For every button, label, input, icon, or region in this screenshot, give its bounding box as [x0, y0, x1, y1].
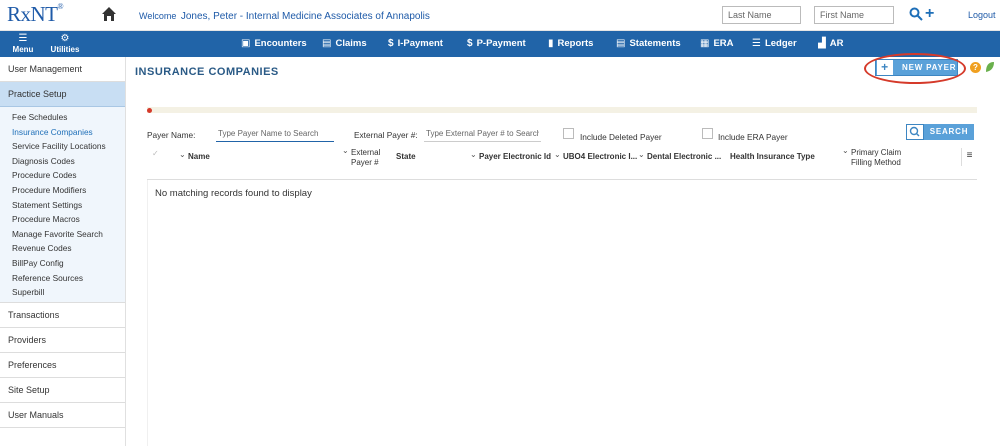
external-payer-input[interactable]	[424, 125, 541, 142]
include-era-label: Include ERA Payer	[718, 132, 788, 142]
sidebar: User Management Practice Setup Fee Sched…	[0, 57, 126, 446]
camera-icon: ▣	[241, 38, 251, 49]
progress-indicator	[147, 108, 152, 113]
first-name-input[interactable]	[814, 6, 894, 24]
nav-i-payment[interactable]: $ I-Payment	[388, 38, 443, 49]
nav-claims[interactable]: ▤ Claims	[322, 38, 367, 49]
home-icon[interactable]	[101, 6, 117, 22]
chevron-down-icon: ⌄	[179, 150, 186, 159]
sidebar-item-superbill[interactable]: Superbill	[0, 285, 125, 300]
column-primary-claim-filling-method[interactable]: ⌄ Primary Claim Filling Method	[842, 146, 915, 168]
nav-ar[interactable]: ▟ AR	[818, 38, 843, 49]
sidebar-item-service-facility-locations[interactable]: Service Facility Locations	[0, 139, 125, 154]
practice-setup-submenu: Fee Schedules Insurance Companies Servic…	[0, 107, 125, 303]
hamburger-icon: ☰	[18, 33, 28, 44]
sidebar-item-fee-schedules[interactable]: Fee Schedules	[0, 110, 125, 125]
highlight-oval	[864, 53, 966, 84]
search-icon[interactable]	[909, 7, 923, 21]
empty-message: No matching records found to display	[155, 188, 312, 199]
main-nav: ☰ Menu ⚙ Utilities ▣ Encounters ▤ Claims $…	[0, 31, 1000, 57]
sidebar-practice-setup[interactable]: Practice Setup	[0, 82, 125, 107]
rxnt-logo[interactable]: RxNT®	[7, 2, 64, 27]
external-payer-label: External Payer #:	[354, 130, 418, 140]
progress-bar	[147, 107, 977, 113]
sidebar-user-management[interactable]: User Management	[0, 57, 125, 82]
column-dental-electronic[interactable]: ⌄ Dental Electronic ...	[638, 150, 723, 162]
gear-icon: ⚙	[60, 33, 70, 44]
column-name[interactable]: ⌄ Name	[179, 150, 328, 162]
ledger-icon: ☰	[752, 38, 761, 49]
utilities-button[interactable]: ⚙ Utilities	[45, 31, 85, 57]
include-deleted-checkbox[interactable]	[563, 128, 574, 139]
page-title: INSURANCE COMPANIES	[135, 66, 279, 78]
chevron-down-icon: ⌄	[842, 146, 849, 155]
sidebar-site-setup[interactable]: Site Setup	[0, 378, 125, 403]
top-bar: RxNT® Welcome Jones, Peter - Internal Me…	[0, 0, 1000, 31]
menu-button[interactable]: ☰ Menu	[3, 31, 43, 57]
include-deleted-label: Include Deleted Payer	[580, 132, 662, 142]
nav-statements[interactable]: ▤ Statements	[616, 38, 681, 49]
sidebar-item-billpay-config[interactable]: BillPay Config	[0, 256, 125, 271]
sidebar-transactions[interactable]: Transactions	[0, 303, 125, 328]
column-external-payer[interactable]: ⌄ External Payer #	[342, 146, 391, 168]
sidebar-item-procedure-codes[interactable]: Procedure Codes	[0, 168, 125, 183]
chevron-down-icon: ⌄	[638, 150, 645, 159]
dollar-icon: $	[467, 38, 473, 49]
main-content: INSURANCE COMPANIES + NEW PAYER ? Payer …	[126, 53, 1000, 446]
bar-chart-icon: ▟	[818, 38, 826, 49]
column-health-insurance-type[interactable]: Health Insurance Type	[730, 152, 830, 162]
chevron-down-icon: ⌄	[470, 150, 477, 159]
table-body: No matching records found to display	[147, 180, 977, 446]
select-all-check-icon[interactable]: ✓	[152, 149, 159, 159]
chevron-down-icon: ⌄	[342, 146, 349, 155]
add-patient-icon[interactable]: +	[925, 5, 934, 23]
nav-p-payment[interactable]: $ P-Payment	[467, 38, 526, 49]
sidebar-item-manage-favorite-search[interactable]: Manage Favorite Search	[0, 227, 125, 242]
sidebar-item-statement-settings[interactable]: Statement Settings	[0, 198, 125, 213]
sidebar-item-procedure-modifiers[interactable]: Procedure Modifiers	[0, 183, 125, 198]
include-era-checkbox[interactable]	[702, 128, 713, 139]
document-icon: ▮	[548, 38, 554, 49]
sidebar-item-revenue-codes[interactable]: Revenue Codes	[0, 241, 125, 256]
last-name-input[interactable]	[722, 6, 801, 24]
table-header: ✓ ⌄ Name ⌄ External Payer # State ⌄ Payer E…	[147, 146, 977, 180]
list-icon: ▤	[322, 38, 332, 49]
payer-name-input[interactable]	[216, 125, 334, 142]
search-button[interactable]: SEARCH	[906, 124, 974, 140]
nav-era[interactable]: ▦ ERA	[700, 38, 734, 49]
payer-name-label: Payer Name:	[147, 130, 196, 140]
sidebar-providers[interactable]: Providers	[0, 328, 125, 353]
column-ubo4-electronic[interactable]: ⌄ UBO4 Electronic I...	[554, 150, 639, 162]
search-icon	[906, 124, 924, 140]
chevron-down-icon: ⌄	[554, 150, 561, 159]
column-state[interactable]: State	[396, 152, 466, 162]
help-icon[interactable]: ?	[970, 62, 981, 73]
dollar-icon: $	[388, 38, 394, 49]
welcome-text: Welcome Jones, Peter - Internal Medicine…	[139, 11, 430, 22]
nav-reports[interactable]: ▮ Reports	[548, 38, 593, 49]
sidebar-preferences[interactable]: Preferences	[0, 353, 125, 378]
welcome-user: Jones, Peter - Internal Medicine Associa…	[180, 11, 430, 22]
statement-icon: ▤	[616, 38, 626, 49]
calendar-icon: ▦	[700, 38, 710, 49]
sidebar-item-procedure-macros[interactable]: Procedure Macros	[0, 212, 125, 227]
column-payer-electronic-id[interactable]: ⌄ Payer Electronic Id	[470, 150, 555, 162]
sidebar-item-reference-sources[interactable]: Reference Sources	[0, 271, 125, 286]
logout-link[interactable]: Logout	[968, 10, 996, 20]
sidebar-item-diagnosis-codes[interactable]: Diagnosis Codes	[0, 154, 125, 169]
nav-encounters[interactable]: ▣ Encounters	[241, 38, 307, 49]
column-menu-icon[interactable]: ≡	[961, 148, 977, 166]
nav-ledger[interactable]: ☰ Ledger	[752, 38, 797, 49]
sidebar-item-insurance-companies[interactable]: Insurance Companies	[0, 125, 125, 140]
sidebar-user-manuals[interactable]: User Manuals	[0, 403, 125, 428]
leaf-icon[interactable]	[985, 61, 995, 73]
